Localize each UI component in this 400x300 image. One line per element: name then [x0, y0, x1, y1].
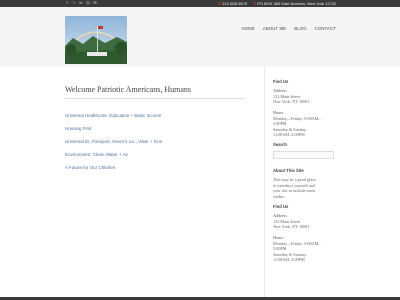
list-item[interactable]: Environment: Clean Water + Air [65, 152, 245, 157]
nav-blog[interactable]: BLOG [294, 26, 306, 31]
hours-label: Hours [273, 109, 284, 115]
location-icon: ⚲ [253, 1, 257, 6]
twitter-icon[interactable]: t [72, 1, 76, 5]
main-nav: HOME ABOUT ME BLOG CONTACT [241, 26, 336, 31]
list-item[interactable]: A Future for Our Children [65, 165, 245, 170]
sidebar: Find Us Address 123 Main Street New York… [273, 79, 343, 263]
list-item[interactable]: Universal ID, Passport, Driver's Lic., V… [65, 139, 245, 144]
content-area: Welcome Patriotic Americans, Humans Univ… [0, 67, 400, 297]
top-bar: f t in ◎ ✉ ✆212-555-9670 ⚲PO BOX 363 East… [0, 0, 400, 7]
nav-about-me[interactable]: ABOUT ME [263, 26, 286, 31]
top-address: PO BOX 363 East Norwich, New York 11732 [257, 1, 336, 6]
nav-contact[interactable]: CONTACT [315, 26, 336, 31]
phone-number[interactable]: 212-555-9670 [222, 1, 247, 6]
site-header: HOME ABOUT ME BLOG CONTACT [0, 7, 400, 67]
phone-icon: ✆ [217, 1, 222, 6]
facebook-icon[interactable]: f [65, 1, 69, 5]
widget-heading-find-us-2: Find Us [273, 204, 289, 210]
page-title: Welcome Patriotic Americans, Humans [65, 85, 191, 94]
linkedin-icon[interactable]: in [79, 1, 83, 5]
address-label: Address [273, 88, 287, 93]
widget-heading-about: About This Site [273, 168, 304, 174]
title-divider [65, 98, 245, 99]
search-input[interactable] [273, 151, 334, 160]
hours-label: Hours [273, 234, 284, 240]
top-contact: ✆212-555-9670 ⚲PO BOX 363 East Norwich, N… [218, 1, 336, 6]
sidebar-divider [264, 67, 265, 297]
social-links: f t in ◎ ✉ [65, 1, 97, 5]
list-item[interactable]: Universal Healthcare, Education + Basic … [65, 113, 245, 118]
logo-image[interactable] [65, 16, 127, 64]
email-icon[interactable]: ✉ [93, 1, 97, 5]
main-column: Welcome Patriotic Americans, Humans Univ… [65, 85, 245, 178]
address-label: Address [273, 213, 287, 219]
instagram-icon[interactable]: ◎ [86, 1, 90, 5]
nav-home[interactable]: HOME [241, 26, 254, 31]
widget-heading-find-us: Find Us [273, 79, 289, 84]
list-item[interactable]: Housing First [65, 126, 245, 131]
hours-line: 11:00AM–3:00PM [273, 257, 305, 263]
widget-heading-search: Search [273, 142, 287, 148]
